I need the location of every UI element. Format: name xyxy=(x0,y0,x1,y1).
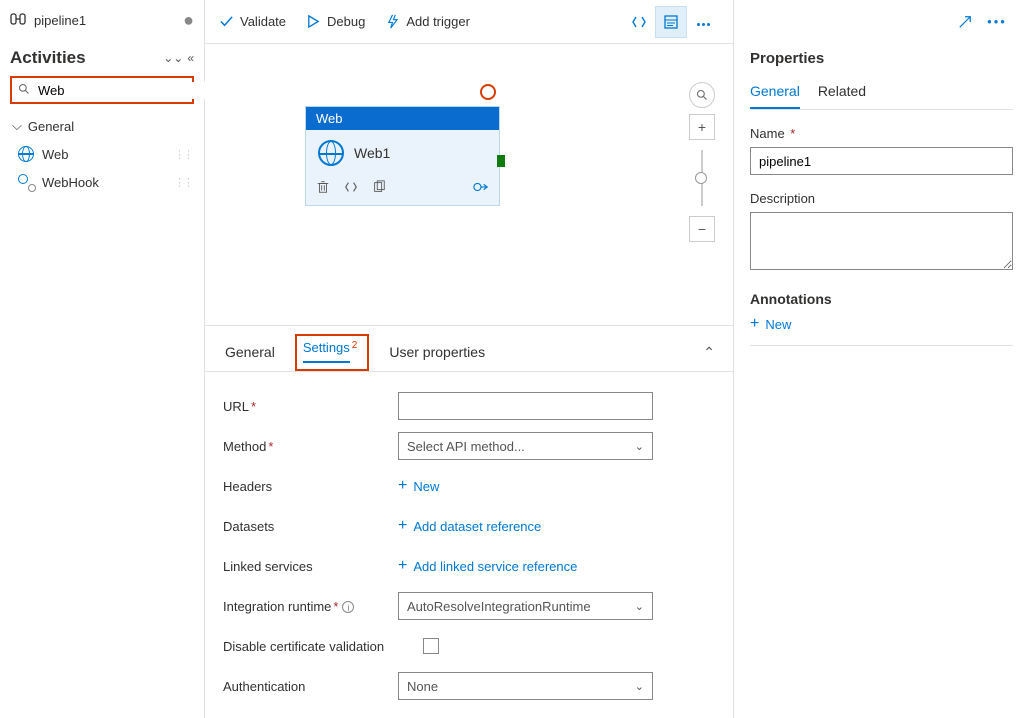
more-menu-button[interactable] xyxy=(687,6,719,38)
pipeline-tab[interactable]: pipeline1 ● xyxy=(0,0,204,40)
annotations-label: Annotations xyxy=(750,291,1013,307)
plus-icon: + xyxy=(398,479,407,493)
zoom-in-button[interactable]: + xyxy=(689,114,715,140)
settings-form: URL* Method* Select API method...⌄ Heade… xyxy=(205,372,733,706)
webhook-icon xyxy=(18,174,34,190)
code-icon[interactable] xyxy=(344,180,358,197)
copy-icon[interactable] xyxy=(372,180,386,197)
activity-item-webhook[interactable]: WebHook ⋮⋮ xyxy=(0,168,204,196)
authentication-label: Authentication xyxy=(223,679,398,694)
properties-panel: ••• Properties General Related Name * De… xyxy=(734,0,1029,718)
tab-user-properties[interactable]: User properties xyxy=(387,336,487,370)
divider xyxy=(750,345,1013,346)
activity-item-label: Web xyxy=(42,147,69,162)
name-input[interactable] xyxy=(750,147,1013,175)
headers-new-button[interactable]: +New xyxy=(398,479,439,494)
debug-label: Debug xyxy=(327,14,365,29)
disable-cert-label: Disable certificate validation xyxy=(223,639,423,654)
chevron-down-icon: ⌵ xyxy=(12,118,22,134)
method-select[interactable]: Select API method...⌄ xyxy=(398,432,653,460)
pipeline-icon xyxy=(10,11,26,30)
properties-tab-related[interactable]: Related xyxy=(818,77,866,109)
tab-settings-label: Settings xyxy=(303,340,350,363)
plus-icon: + xyxy=(398,559,407,573)
zoom-slider[interactable] xyxy=(701,150,703,206)
activity-node-name: Web1 xyxy=(354,145,390,161)
tab-settings-badge: 2 xyxy=(352,340,358,351)
datasets-label: Datasets xyxy=(223,519,398,534)
url-input[interactable] xyxy=(398,392,653,420)
activities-tree: ⌵ General Web ⋮⋮ WebHook ⋮⋮ xyxy=(0,108,204,200)
drag-handle-icon[interactable]: ⋮⋮ xyxy=(174,176,192,189)
highlight-marker-icon xyxy=(480,84,496,100)
add-linked-service-button[interactable]: +Add linked service reference xyxy=(398,559,577,574)
activities-panel: pipeline1 ● Activities ⌄⌄ « ⌵ General We… xyxy=(0,0,205,718)
chevron-down-icon: ⌄ xyxy=(635,680,644,693)
add-annotation-button[interactable]: +New xyxy=(750,315,1013,333)
disable-cert-checkbox[interactable] xyxy=(423,638,439,654)
globe-icon xyxy=(18,146,34,162)
activity-details-panel: General Settings 2 User properties ⌃ URL… xyxy=(205,325,733,718)
canvas-area: Validate Debug Add trigger xyxy=(205,0,734,718)
zoom-out-button[interactable]: − xyxy=(689,216,715,242)
collapse-panel-icon[interactable]: « xyxy=(187,51,194,65)
validate-button[interactable]: Validate xyxy=(219,14,286,29)
drag-handle-icon[interactable]: ⋮⋮ xyxy=(174,148,192,161)
properties-title: Properties xyxy=(750,50,1013,67)
activity-node-web[interactable]: Web Web1 xyxy=(305,106,500,206)
activities-title: Activities xyxy=(10,48,86,68)
search-icon xyxy=(18,83,30,98)
add-dataset-button[interactable]: +Add dataset reference xyxy=(398,519,541,534)
method-label: Method* xyxy=(223,439,398,454)
integration-runtime-select[interactable]: AutoResolveIntegrationRuntime⌄ xyxy=(398,592,653,620)
success-output-handle[interactable] xyxy=(497,155,505,167)
activities-header: Activities ⌄⌄ « xyxy=(0,40,204,72)
activities-search-input[interactable] xyxy=(36,82,216,99)
output-icon[interactable] xyxy=(473,180,489,197)
expand-pane-button[interactable] xyxy=(949,6,981,38)
headers-label: Headers xyxy=(223,479,398,494)
activity-item-web[interactable]: Web ⋮⋮ xyxy=(0,140,204,168)
activities-search[interactable] xyxy=(10,76,194,104)
authentication-select[interactable]: None⌄ xyxy=(398,672,653,700)
zoom-slider-handle[interactable] xyxy=(695,172,707,184)
properties-tab-general[interactable]: General xyxy=(750,77,800,109)
pipeline-tab-title: pipeline1 xyxy=(34,13,86,28)
activity-node-type: Web xyxy=(306,107,499,130)
chevron-down-icon: ⌄ xyxy=(635,600,644,613)
validate-label: Validate xyxy=(240,14,286,29)
code-view-button[interactable] xyxy=(623,6,655,38)
description-textarea[interactable] xyxy=(750,212,1013,270)
plus-icon: + xyxy=(750,315,759,333)
dirty-indicator-icon: ● xyxy=(183,10,194,31)
activities-group-general[interactable]: ⌵ General xyxy=(0,112,204,140)
globe-icon xyxy=(318,140,344,166)
chevron-down-icon: ⌄ xyxy=(635,440,644,453)
linked-services-label: Linked services xyxy=(223,559,398,574)
info-icon[interactable]: i xyxy=(342,601,354,613)
collapse-panel-button[interactable]: ⌃ xyxy=(703,344,715,361)
tab-settings[interactable]: Settings 2 xyxy=(295,334,370,371)
group-label: General xyxy=(28,119,74,134)
zoom-fit-button[interactable] xyxy=(689,82,715,108)
pipeline-canvas[interactable]: Web Web1 + − xyxy=(205,44,733,325)
canvas-controls: + − xyxy=(689,82,715,242)
pipeline-toolbar: Validate Debug Add trigger xyxy=(205,0,733,44)
add-trigger-label: Add trigger xyxy=(406,14,470,29)
activity-item-label: WebHook xyxy=(42,175,99,190)
description-label: Description xyxy=(750,191,1013,206)
tab-general[interactable]: General xyxy=(223,336,277,370)
url-label: URL* xyxy=(223,399,398,414)
properties-toggle-button[interactable] xyxy=(655,6,687,38)
more-button[interactable]: ••• xyxy=(981,6,1013,38)
activity-details-tabs: General Settings 2 User properties ⌃ xyxy=(205,326,733,372)
plus-icon: + xyxy=(398,519,407,533)
integration-runtime-label: Integration runtime*i xyxy=(223,599,398,614)
debug-button[interactable]: Debug xyxy=(306,14,365,29)
delete-icon[interactable] xyxy=(316,180,330,197)
expand-all-icon[interactable]: ⌄⌄ xyxy=(163,51,183,65)
name-label: Name * xyxy=(750,126,1013,141)
properties-tabs: General Related xyxy=(750,77,1013,110)
add-trigger-button[interactable]: Add trigger xyxy=(385,14,470,29)
